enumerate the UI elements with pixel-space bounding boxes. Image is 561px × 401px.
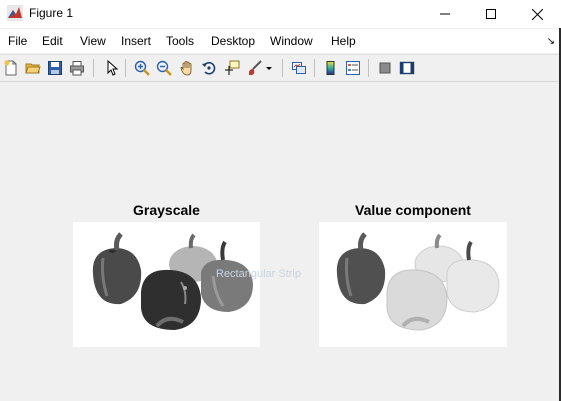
legend-icon[interactable] [344,59,362,77]
close-button[interactable] [514,0,560,28]
maximize-button[interactable] [468,0,514,28]
toolbar-separator [125,59,126,77]
menu-edit[interactable]: Edit [42,34,63,48]
menu-bar: File Edit View Insert Tools Desktop Wind… [0,29,561,53]
axes-title-grayscale: Grayscale [133,202,200,218]
tooltip-ghost: Rectangular Strip [216,268,301,280]
data-cursor-icon[interactable] [223,59,241,77]
hide-plot-tools-icon[interactable] [376,59,394,77]
dock-arrow-icon[interactable]: ↘ [547,36,555,47]
brush-dropdown-icon[interactable] [264,59,274,77]
toolbar-separator [282,59,283,77]
open-file-icon[interactable] [24,59,42,77]
menu-window[interactable]: Window [270,34,313,48]
toolbar-separator [93,59,94,77]
toolbar-separator [314,59,315,77]
menu-help[interactable]: Help [331,34,356,48]
pan-icon[interactable] [178,59,196,77]
grayscale-image[interactable] [73,222,260,347]
title-bar: Figure 1 [0,0,561,28]
zoom-in-icon[interactable] [133,59,151,77]
axes-title-value-component: Value component [355,202,471,218]
show-plot-tools-icon[interactable] [398,59,416,77]
figure-toolbar [0,54,561,82]
new-figure-icon[interactable] [2,59,20,77]
toolbar-separator [368,59,369,77]
value-component-image[interactable] [319,222,507,347]
print-icon[interactable] [68,59,86,77]
rotate-3d-icon[interactable] [200,59,218,77]
brush-icon[interactable] [246,59,264,77]
menu-desktop[interactable]: Desktop [211,34,255,48]
menu-view[interactable]: View [80,34,106,48]
minimize-button[interactable] [422,0,468,28]
zoom-out-icon[interactable] [155,59,173,77]
pointer-icon[interactable] [103,59,121,77]
menu-insert[interactable]: Insert [121,34,151,48]
link-plot-icon[interactable] [290,59,308,77]
colorbar-icon[interactable] [322,59,340,77]
matlab-logo-icon [7,5,23,21]
menu-tools[interactable]: Tools [166,34,194,48]
save-icon[interactable] [46,59,64,77]
window-title: Figure 1 [29,6,74,20]
menu-file[interactable]: File [8,34,27,48]
